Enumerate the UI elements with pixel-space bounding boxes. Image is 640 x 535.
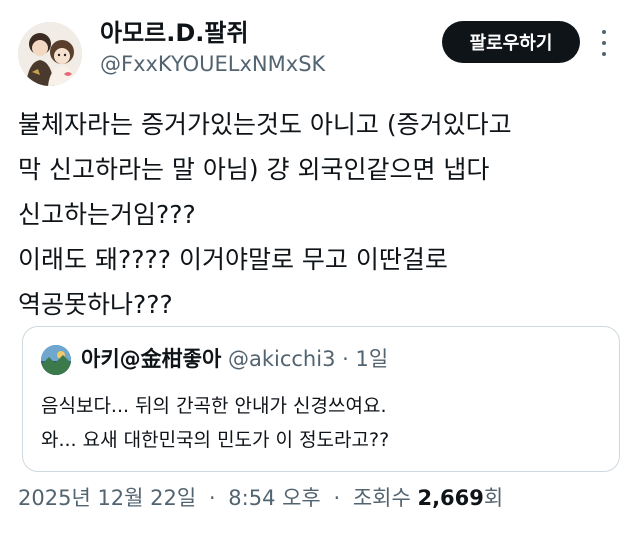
views-count[interactable]: 2,669 <box>417 486 483 510</box>
author-display-name[interactable]: 아모르.D.팔쥐 <box>100 18 249 48</box>
tweet-text-line: 막 신고하라는 말 아님) 걍 외국인같으면 냅다 <box>18 155 490 184</box>
tweet-text-line: 신고하는거임??? <box>18 200 196 229</box>
tweet-text-line: 이래도 돼???? 이거야말로 무고 이딴걸로 <box>18 245 448 274</box>
quoted-author-avatar <box>41 345 71 375</box>
quoted-tweet-card[interactable]: 아키@金柑좋아 @akicchi3 · 1일 음식보다... 뒤의 간곡한 안내… <box>22 326 620 472</box>
author-avatar-illustration <box>18 22 82 86</box>
quoted-tweet-header: 아키@金柑좋아 @akicchi3 · 1일 <box>81 343 388 375</box>
tweet-date[interactable]: 2025년 12월 22일 <box>18 486 196 510</box>
tweet-text-line: 불체자라는 증거가있는것도 아니고 (증거있다고 <box>18 110 512 139</box>
more-options-icon[interactable] <box>596 30 612 56</box>
tweet-metadata: 2025년 12월 22일 · 8:54 오후 · 조회수 2,669회 <box>18 483 503 513</box>
views-label: 조회수 <box>352 486 411 510</box>
views-suffix: 회 <box>483 486 504 510</box>
meta-separator: · <box>208 486 216 510</box>
tweet-text-line: 역공못하나??? <box>18 290 173 319</box>
quoted-tweet-text: 음식보다... 뒤의 간곡한 안내가 신경쓰여요. 와... 요새 대한민국의 … <box>41 389 389 457</box>
quoted-avatar-illustration <box>41 345 71 375</box>
tweet-detail: 아모르.D.팔쥐 @FxxKYOUELxNMxSK 팔로우하기 불체자라는 증거… <box>0 0 640 535</box>
quoted-text-line: 음식보다... 뒤의 간곡한 안내가 신경쓰여요. <box>41 395 387 417</box>
tweet-text: 불체자라는 증거가있는것도 아니고 (증거있다고 막 신고하라는 말 아님) 걍… <box>18 102 628 327</box>
tweet-time[interactable]: 8:54 오후 <box>228 486 320 510</box>
meta-separator: · <box>333 486 341 510</box>
quoted-author-name[interactable]: 아키@金柑좋아 <box>81 347 221 371</box>
quoted-text-line: 와... 요새 대한민국의 민도가 이 정도라고?? <box>41 429 390 451</box>
quoted-separator: · <box>342 347 349 371</box>
follow-button[interactable]: 팔로우하기 <box>442 21 580 63</box>
author-avatar[interactable] <box>18 22 82 86</box>
quoted-author-handle[interactable]: @akicchi3 <box>228 347 335 371</box>
quoted-timestamp[interactable]: 1일 <box>356 347 389 371</box>
author-handle[interactable]: @FxxKYOUELxNMxSK <box>100 50 325 78</box>
